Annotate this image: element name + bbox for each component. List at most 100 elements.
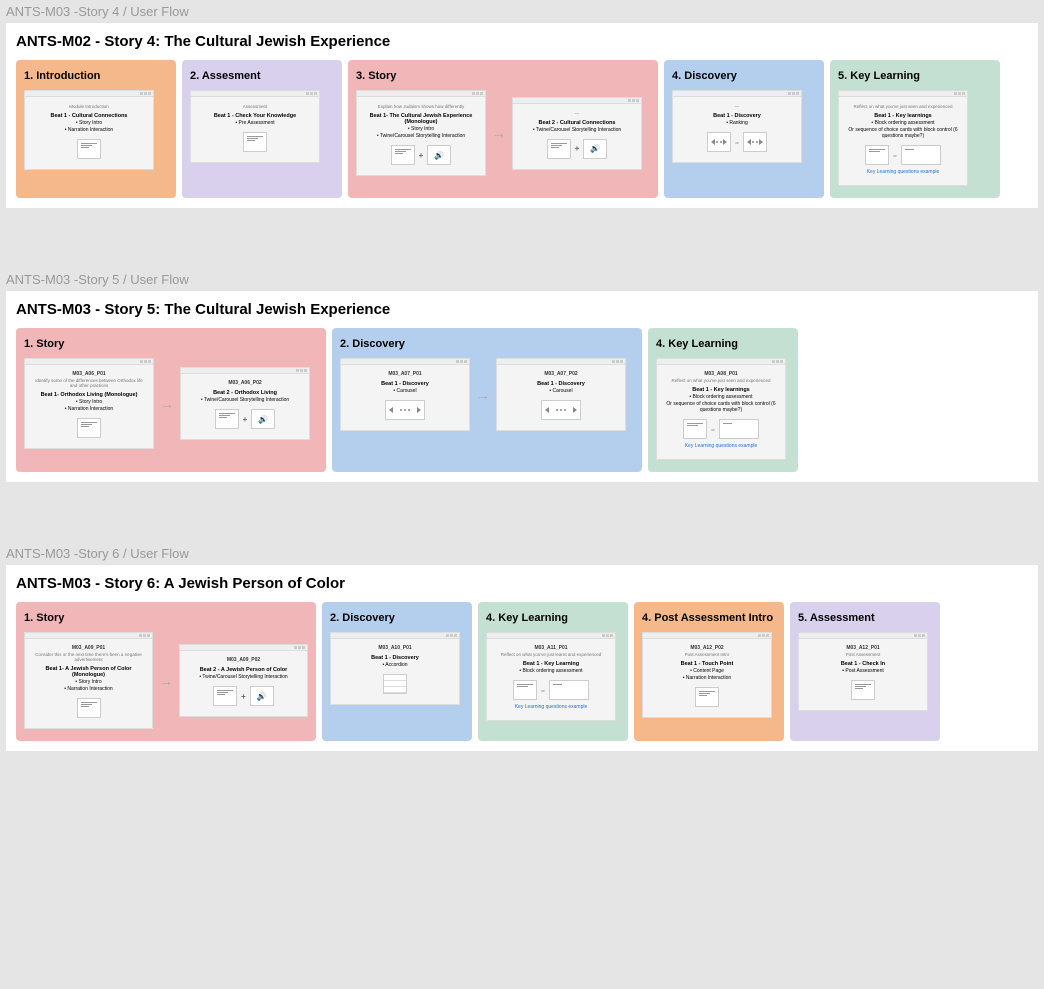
card-row: M03_A07_P01Beat 1 - Discovery• Carousel→… xyxy=(340,358,634,431)
page-id: M03_A07_P01 xyxy=(347,371,463,377)
beat-title: Beat 1- A Jewish Person of Color (Monolo… xyxy=(31,666,146,678)
beat-title: Beat 1 - Discovery xyxy=(347,381,463,387)
stage: 1. Story M03_A09_P01Consider this or the … xyxy=(16,602,316,741)
bullet: • Story Intro xyxy=(31,679,146,685)
screen-card[interactable]: Explain how Judaism shows how differentl… xyxy=(356,90,486,176)
screen-card[interactable]: M03_A12_P01Post AssessmentBeat 1 - Check… xyxy=(798,632,928,711)
page-id: M03_A12_P01 xyxy=(805,645,921,651)
screen-card[interactable]: M03_A07_P01 Beat 1 - Discovery• Carousel xyxy=(340,358,470,431)
stage-title: 3. Story xyxy=(356,70,650,82)
arrow-right-icon: → xyxy=(492,125,506,141)
arrow-right-icon: → xyxy=(476,387,490,403)
beat-title: Beat 1- Orthodox Living (Monologue) xyxy=(31,392,147,398)
bullet: • Twine/Carousel Storytelling Interactio… xyxy=(363,133,479,139)
story-frame: ANTS-M02 - Story 4: The Cultural Jewish … xyxy=(6,23,1038,208)
card-header: — xyxy=(519,111,635,116)
card-header: — xyxy=(679,104,795,109)
bullet: • Ranking xyxy=(679,120,795,126)
card-header: Post Assessment Intro xyxy=(649,652,765,657)
bullet: • Story Intro xyxy=(31,399,147,405)
story-frame: ANTS-M03 - Story 6: A Jewish Person of C… xyxy=(6,565,1038,751)
stage: 4. Post Assessment Intro M03_A12_P02Post … xyxy=(634,602,784,741)
screen-card[interactable]: M03_A11_P01Reflect on what you've just l… xyxy=(486,632,616,721)
example-link[interactable]: Key Learning questions example xyxy=(663,443,779,449)
screen-card[interactable]: M03_A09_P02Beat 2 - A Jewish Person of C… xyxy=(179,644,308,717)
screen-card[interactable]: M03_A09_P01Consider this or the next tim… xyxy=(24,632,153,729)
card-row: Explain how Judaism shows how differentl… xyxy=(356,90,650,176)
beat-title: Beat 1 - Key learnings xyxy=(663,387,779,393)
screen-card[interactable]: M03_A07_P02Beat 1 - Discovery• Carousel xyxy=(496,358,626,431)
stage: 2. Discovery M03_A07_P01 Beat 1 - Discover… xyxy=(332,328,642,472)
card-header: Identify some of the differences between… xyxy=(31,378,147,388)
screen-card[interactable]: AssessmentBeat 1 - Check Your Knowledge•… xyxy=(190,90,320,163)
story-title: ANTS-M02 - Story 4: The Cultural Jewish … xyxy=(16,33,1028,50)
screen-card[interactable]: —Beat 1 - Discovery• Rankingor xyxy=(672,90,802,163)
stage-title: 4. Post Assessment Intro xyxy=(642,612,776,624)
stage: 4. Discovery —Beat 1 - Discovery• Ranking… xyxy=(664,60,824,198)
stage-row: 1. Story M03_A06_P01Identify some of the … xyxy=(16,328,1028,472)
screen-card[interactable]: M03_A08_P01Reflect on what you've just s… xyxy=(656,358,786,460)
card-header: Consider this or the next time there's b… xyxy=(31,652,146,662)
stage-title: 2. Discovery xyxy=(330,612,464,624)
bullet: • Carousel xyxy=(503,388,619,394)
stage: 1. IntroductionModule IntroductionBeat 1… xyxy=(16,60,176,198)
stage: 4. Key Learning M03_A08_P01Reflect on wha… xyxy=(648,328,798,472)
beat-title: Beat 1 - Check Your Knowledge xyxy=(197,113,313,119)
stage-title: 5. Assessment xyxy=(798,612,932,624)
screen-card[interactable]: M03_A12_P02Post Assessment IntroBeat 1 -… xyxy=(642,632,772,718)
example-link[interactable]: Key Learning questions example xyxy=(493,704,609,710)
bullet: • Block ordering assessment xyxy=(845,120,961,126)
card-row: M03_A12_P01Post AssessmentBeat 1 - Check… xyxy=(798,632,932,711)
stage: 5. Key Learning Reflect on what you've ju… xyxy=(830,60,1000,198)
stage-title: 1. Story xyxy=(24,338,318,350)
stage-title: 4. Key Learning xyxy=(656,338,790,350)
card-header: Module Introduction xyxy=(31,104,147,109)
stage: 1. Story M03_A06_P01Identify some of the … xyxy=(16,328,326,472)
bullet: • Carousel xyxy=(347,388,463,394)
bullet: • Block ordering assessment xyxy=(663,394,779,400)
stage-title: 4. Discovery xyxy=(672,70,816,82)
section-label: ANTS-M03 -Story 6 / User Flow xyxy=(0,542,1044,565)
section-label: ANTS-M03 -Story 5 / User Flow xyxy=(0,268,1044,291)
bullet: • Twine/Carousel Storytelling Interactio… xyxy=(186,674,301,680)
example-link[interactable]: Key Learning questions example xyxy=(845,169,961,175)
stage: 3. Story Explain how Judaism shows how di… xyxy=(348,60,658,198)
bullet: • Content Page xyxy=(649,668,765,674)
arrow-right-icon: → xyxy=(159,673,173,689)
stage-title: 5. Key Learning xyxy=(838,70,992,82)
stage-title: 2. Discovery xyxy=(340,338,634,350)
page-id: M03_A12_P02 xyxy=(649,645,765,651)
card-header: Reflect on what you've just seen and exp… xyxy=(845,104,961,109)
screen-card[interactable]: M03_A06_P01Identify some of the differen… xyxy=(24,358,154,449)
card-row: M03_A12_P02Post Assessment IntroBeat 1 -… xyxy=(642,632,776,718)
beat-title: Beat 1- The Cultural Jewish Experience (… xyxy=(363,113,479,125)
screen-card[interactable]: Module Introduction Beat 1 - Cultural Con… xyxy=(24,90,154,170)
screen-card[interactable]: —Beat 2 - Cultural Connections• Twine/Ca… xyxy=(512,97,642,170)
bullet: • Story Intro xyxy=(31,120,147,126)
stage-title: 2. Assesment xyxy=(190,70,334,82)
card-row: M03_A09_P01Consider this or the next tim… xyxy=(24,632,308,729)
beat-title: Beat 2 - A Jewish Person of Color xyxy=(186,667,301,673)
bullet: • Twine/Carousel Storytelling Interactio… xyxy=(187,397,303,403)
card-header: Post Assessment xyxy=(805,652,921,657)
page-id: M03_A07_P02 xyxy=(503,371,619,377)
page-id: M03_A08_P01 xyxy=(663,371,779,377)
story-title: ANTS-M03 - Story 5: The Cultural Jewish … xyxy=(16,301,1028,318)
beat-title: Beat 1 - Discovery xyxy=(337,655,453,661)
screen-card[interactable]: M03_A06_P02Beat 2 - Orthodox Living• Twi… xyxy=(180,367,310,440)
screen-card[interactable]: M03_A10_P01Beat 1 - Discovery• Accordion xyxy=(330,632,460,705)
screen-card[interactable]: Reflect on what you've just seen and exp… xyxy=(838,90,968,186)
bullet: • Block ordering assessment xyxy=(493,668,609,674)
bullet: • Narration Interaction xyxy=(31,686,146,692)
page-id: M03_A06_P01 xyxy=(31,371,147,377)
page-id: M03_A09_P01 xyxy=(31,645,146,651)
stage-row: 1. Story M03_A09_P01Consider this or the … xyxy=(16,602,1028,741)
bullet: • Narration Interaction xyxy=(649,675,765,681)
beat-title: Beat 1 - Cultural Connections xyxy=(31,113,147,119)
stage-title: 1. Story xyxy=(24,612,308,624)
page-id: M03_A10_P01 xyxy=(337,645,453,651)
card-row: Reflect on what you've just seen and exp… xyxy=(838,90,992,186)
card-header: Reflect on what you've just seen and exp… xyxy=(663,378,779,383)
card-row: —Beat 1 - Discovery• Rankingor xyxy=(672,90,816,163)
bullet: • Story Intro xyxy=(363,126,479,132)
